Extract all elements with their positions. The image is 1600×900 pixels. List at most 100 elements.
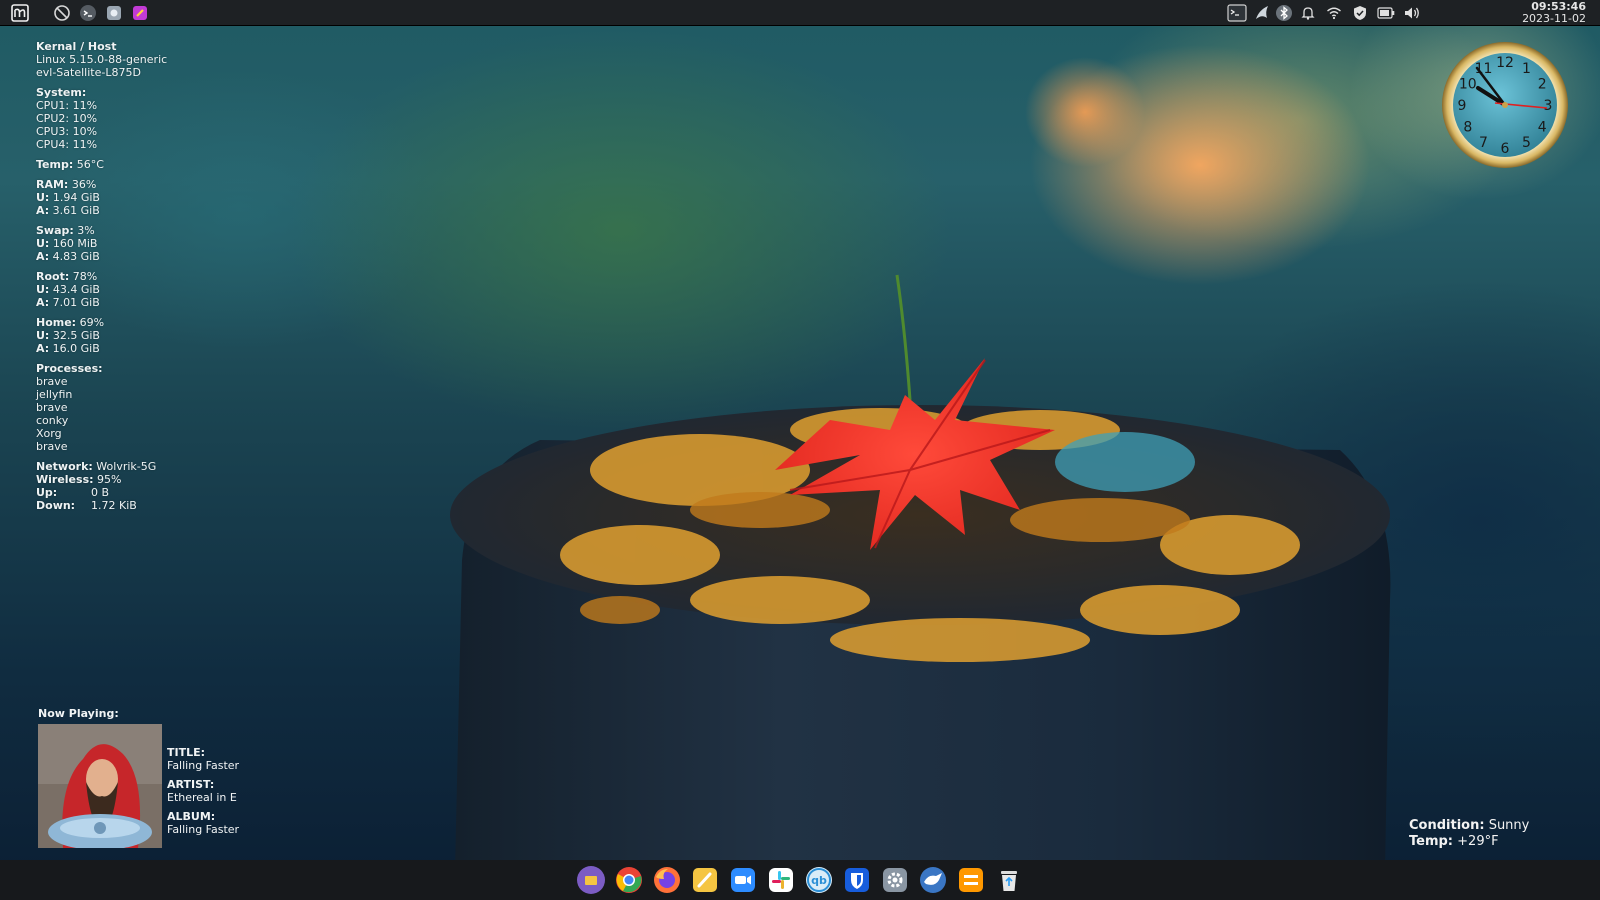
- clock-numeral: 9: [1458, 98, 1467, 114]
- swap-label: Swap:: [36, 224, 74, 237]
- swap-value: 3%: [77, 224, 95, 237]
- system-section: System: CPU1: 11% CPU2: 10% CPU3: 10% CP…: [36, 86, 236, 151]
- remmina-app-icon[interactable]: [918, 865, 948, 895]
- cpu2-usage: CPU2: 10%: [36, 112, 98, 125]
- processes-section: Processes: brave jellyfin brave conky Xo…: [36, 362, 236, 453]
- clock-numeral: 8: [1463, 120, 1472, 136]
- home-used-prefix: U:: [36, 329, 50, 342]
- files-app-icon[interactable]: [576, 865, 606, 895]
- bluetooth-icon[interactable]: [1273, 3, 1295, 23]
- dock-icons: qb: [576, 865, 1024, 895]
- color-picker-icon[interactable]: [130, 3, 150, 23]
- title-label: TITLE:: [167, 746, 206, 759]
- kernel-section: Kernal / Host Linux 5.15.0-88-generic ev…: [36, 40, 236, 79]
- temp-section: Temp: 56°C: [36, 158, 236, 171]
- terminal-launcher-icon[interactable]: [78, 3, 98, 23]
- clock-numeral: 6: [1501, 141, 1510, 157]
- zoom-app-icon[interactable]: [728, 865, 758, 895]
- ram-section: RAM: 36% U: 1.94 GiB A: 3.61 GiB: [36, 178, 236, 217]
- swap-used: 160 MiB: [52, 237, 98, 250]
- process-item: jellyfin: [36, 388, 73, 401]
- artist-label: ARTIST:: [167, 778, 215, 791]
- track-album: Falling Faster: [167, 823, 240, 836]
- home-avail: 16.0 GiB: [52, 342, 100, 355]
- flameshot-tray-icon[interactable]: [1251, 3, 1273, 23]
- volume-icon[interactable]: [1401, 3, 1423, 23]
- ram-used: 1.94 GiB: [52, 191, 100, 204]
- weather-widget: Condition: Sunny Temp: +29°F: [1409, 818, 1529, 850]
- app-menu-icon[interactable]: [10, 3, 30, 23]
- temp-label: Temp:: [36, 158, 74, 171]
- home-used: 32.5 GiB: [52, 329, 100, 342]
- notes-app-icon[interactable]: [690, 865, 720, 895]
- bitwarden-app-icon[interactable]: [842, 865, 872, 895]
- ram-label: RAM:: [36, 178, 69, 191]
- process-item: brave: [36, 375, 68, 388]
- clock-numeral: 3: [1544, 98, 1553, 114]
- cpu1-usage: CPU1: 11%: [36, 99, 98, 112]
- root-used: 43.4 GiB: [52, 283, 100, 296]
- down-label: Down:: [36, 499, 76, 512]
- qbittorrent-app-icon[interactable]: qb: [804, 865, 834, 895]
- conky-system-monitor: Kernal / Host Linux 5.15.0-88-generic ev…: [36, 40, 236, 519]
- kernel-heading: Kernal / Host: [36, 40, 117, 53]
- panel-clock[interactable]: 09:53:46 2023-11-02: [1522, 1, 1586, 25]
- top-panel: 09:53:46 2023-11-02: [0, 0, 1600, 26]
- ram-avail: 3.61 GiB: [52, 204, 100, 217]
- process-item: brave: [36, 440, 68, 453]
- screenshot-tool-icon[interactable]: [104, 3, 124, 23]
- root-label: Root:: [36, 270, 70, 283]
- battery-icon[interactable]: [1375, 3, 1397, 23]
- swap-avail: 4.83 GiB: [52, 250, 100, 263]
- ram-value: 36%: [71, 178, 97, 191]
- chrome-app-icon[interactable]: [614, 865, 644, 895]
- root-section: Root: 78% U: 43.4 GiB A: 7.01 GiB: [36, 270, 236, 309]
- process-item: conky: [36, 414, 69, 427]
- now-playing-widget: Now Playing: TITLE: Falling Faster ARTIS…: [38, 707, 239, 848]
- clock-numeral: 4: [1538, 120, 1547, 136]
- track-title: Falling Faster: [167, 759, 240, 772]
- weather-temp-label: Temp:: [1409, 834, 1454, 849]
- notifications-bell-icon[interactable]: [1297, 3, 1319, 23]
- slack-app-icon[interactable]: [766, 865, 796, 895]
- clock-numeral: 1: [1522, 61, 1531, 77]
- track-info: TITLE: Falling Faster ARTIST: Ethereal i…: [167, 746, 327, 842]
- swap-avail-prefix: A:: [36, 250, 50, 263]
- cpu4-usage: CPU4: 11%: [36, 138, 98, 151]
- host-name: evl-Satellite-L875D: [36, 66, 141, 79]
- clock-numeral: 7: [1479, 135, 1488, 151]
- home-label: Home:: [36, 316, 77, 329]
- trash-app-icon[interactable]: [994, 865, 1024, 895]
- now-playing-heading: Now Playing:: [38, 707, 119, 720]
- network-label: Network:: [36, 460, 93, 473]
- sublime-app-icon[interactable]: [956, 865, 986, 895]
- wifi-icon[interactable]: [1323, 3, 1345, 23]
- terminal-tray-icon[interactable]: [1226, 3, 1248, 23]
- clock-numeral: 2: [1538, 77, 1547, 93]
- processes-heading: Processes:: [36, 362, 103, 375]
- do-not-disturb-icon[interactable]: [52, 3, 72, 23]
- root-avail: 7.01 GiB: [52, 296, 100, 309]
- vpn-shield-icon[interactable]: [1349, 3, 1371, 23]
- swap-used-prefix: U:: [36, 237, 50, 250]
- settings-app-icon[interactable]: [880, 865, 910, 895]
- clock-numeral: 10: [1459, 77, 1477, 93]
- weather-temp-value: +29°F: [1457, 834, 1499, 849]
- analog-clock: 12 1234567891011: [1442, 42, 1568, 168]
- condition-label: Condition:: [1409, 818, 1485, 833]
- network-section: Network: Wolvrik-5G Wireless: 95% Up: 0 B…: [36, 460, 236, 512]
- clock-numeral: 12: [1496, 55, 1514, 71]
- home-section: Home: 69% U: 32.5 GiB A: 16.0 GiB: [36, 316, 236, 355]
- root-used-prefix: U:: [36, 283, 50, 296]
- process-item: brave: [36, 401, 68, 414]
- process-item: Xorg: [36, 427, 62, 440]
- down-value: 1.72 KiB: [91, 499, 137, 512]
- firefox-app-icon[interactable]: [652, 865, 682, 895]
- album-label: ALBUM:: [167, 810, 216, 823]
- ram-avail-prefix: A:: [36, 204, 50, 217]
- cpu3-usage: CPU3: 10%: [36, 125, 98, 138]
- clock-numeral: 5: [1522, 135, 1531, 151]
- track-artist: Ethereal in E: [167, 791, 237, 804]
- dock: qb: [0, 860, 1600, 900]
- system-heading: System:: [36, 86, 87, 99]
